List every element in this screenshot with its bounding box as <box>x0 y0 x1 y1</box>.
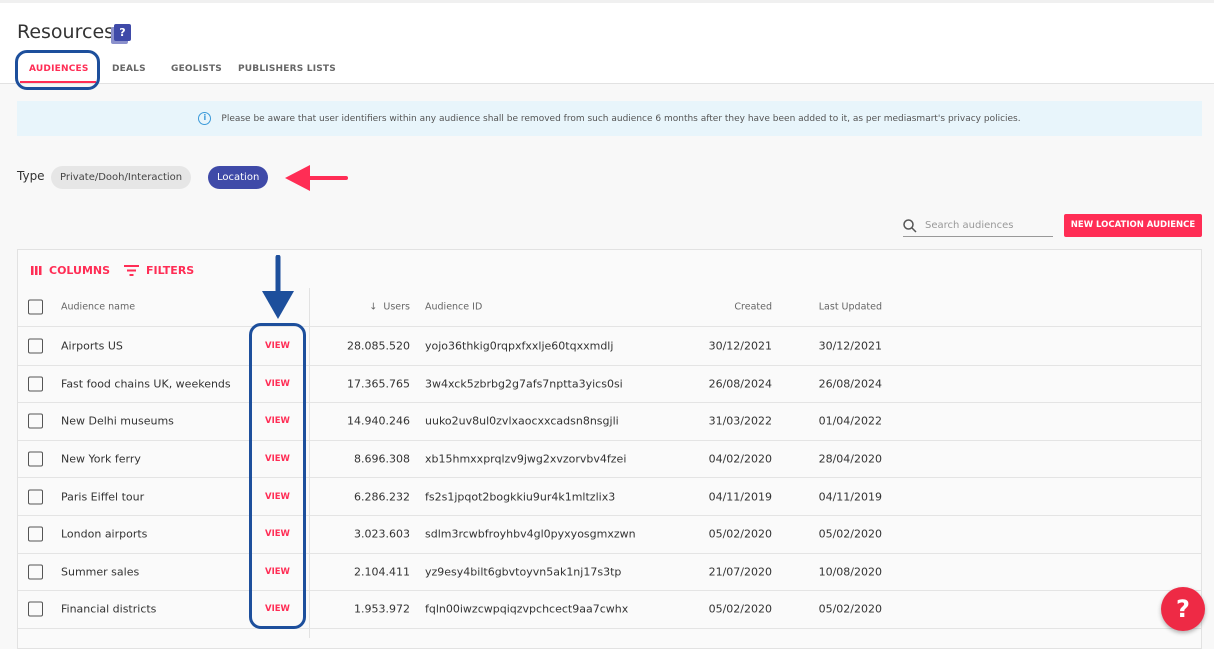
annotation-arrow-down-icon <box>262 255 294 319</box>
row-checkbox[interactable] <box>28 526 43 542</box>
info-icon: i <box>198 112 212 125</box>
tab-geolists[interactable]: GEOLISTS <box>171 64 222 74</box>
filters-label: FILTERS <box>146 264 195 277</box>
row-checkbox[interactable] <box>28 413 43 429</box>
audience-id: fs2s1jpqot2bogkkiu9ur4k1mltzlix3 <box>425 490 616 504</box>
created-date: 04/02/2020 <box>708 452 772 466</box>
row-checkbox[interactable] <box>28 489 43 505</box>
users-count: 6.286.232 <box>354 490 410 504</box>
search-icon <box>903 218 917 233</box>
users-count: 3.023.603 <box>354 527 410 541</box>
created-date: 05/02/2020 <box>708 602 772 616</box>
last-updated-date: 10/08/2020 <box>818 565 882 579</box>
last-updated-date: 01/04/2022 <box>818 414 882 428</box>
last-updated-date: 30/12/2021 <box>818 339 882 353</box>
header-users-label: Users <box>383 301 410 313</box>
users-count: 8.696.308 <box>354 452 410 466</box>
table-row[interactable]: Fast food chains UK, weekends VIEW 17.36… <box>18 366 1201 404</box>
table-row[interactable]: Financial districts VIEW 1.953.972 fqln0… <box>18 591 1201 629</box>
table-row[interactable]: Paris Eiffel tour VIEW 6.286.232 fs2s1jp… <box>18 478 1201 516</box>
help-icon[interactable]: ? <box>114 24 131 41</box>
select-all-checkbox[interactable] <box>28 299 43 315</box>
table-row[interactable]: New Delhi museums VIEW 14.940.246 uuko2u… <box>18 403 1201 441</box>
row-checkbox[interactable] <box>28 338 43 354</box>
help-button[interactable]: ? <box>1161 587 1205 631</box>
header-last-updated[interactable]: Last Updated <box>819 302 882 313</box>
audience-id: fqln00iwzcwpqiqzvpchcect9aa7cwhx <box>425 602 629 616</box>
row-checkbox[interactable] <box>28 451 43 467</box>
sort-arrow-icon: ↓ <box>369 301 378 313</box>
search-placeholder: Search audiences <box>925 220 1014 231</box>
audience-id: uuko2uv8ul0zvlxaocxxcadsn8nsgjli <box>425 414 619 428</box>
row-checkbox[interactable] <box>28 564 43 580</box>
columns-button[interactable]: COLUMNS <box>31 264 110 277</box>
table-row[interactable]: Summer sales VIEW 2.104.411 yz9esy4bilt6… <box>18 554 1201 592</box>
header-created[interactable]: Created <box>734 302 772 313</box>
header-audience-name[interactable]: Audience name <box>61 302 135 313</box>
audience-name: Summer sales <box>61 565 140 579</box>
filter-icon <box>124 265 139 276</box>
table-header: Audience name ↓ Users Audience ID Create… <box>18 289 1201 327</box>
table-row[interactable]: Airports US VIEW 28.085.520 yojo36thkig0… <box>18 328 1201 366</box>
audience-name: Airports US <box>61 339 123 353</box>
created-date: 31/03/2022 <box>708 414 772 428</box>
audience-name: London airports <box>61 527 148 541</box>
audience-name: Paris Eiffel tour <box>61 490 145 504</box>
new-location-audience-button[interactable]: NEW LOCATION AUDIENCE <box>1064 214 1202 237</box>
notice-text: Please be aware that user identifiers wi… <box>221 113 1021 124</box>
columns-label: COLUMNS <box>49 264 111 277</box>
last-updated-date: 04/11/2019 <box>818 490 882 504</box>
audience-name: Fast food chains UK, weekends <box>61 377 231 391</box>
users-count: 28.085.520 <box>347 339 410 353</box>
columns-icon <box>31 266 42 275</box>
audience-name: New Delhi museums <box>61 414 174 428</box>
header-audience-id[interactable]: Audience ID <box>425 302 482 313</box>
audience-id: xb15hmxxprqlzv9jwg2xvzorvbv4fzei <box>425 452 627 466</box>
annotation-highlight-tab <box>15 50 100 90</box>
type-label: Type <box>17 169 45 183</box>
audience-id: 3w4xck5zbrbg2g7afs7nptta3yics0si <box>425 377 623 391</box>
header-users[interactable]: ↓ Users <box>369 302 410 313</box>
privacy-notice: i Please be aware that user identifiers … <box>17 101 1202 136</box>
audience-id: yojo36thkig0rqpxfxxlje60tqxxmdlj <box>425 339 614 353</box>
row-checkbox[interactable] <box>28 601 43 617</box>
type-chip-private[interactable]: Private/Dooh/Interaction <box>51 166 192 189</box>
tab-deals[interactable]: DEALS <box>112 64 146 74</box>
created-date: 26/08/2024 <box>708 377 772 391</box>
filters-button[interactable]: FILTERS <box>124 264 194 277</box>
row-checkbox[interactable] <box>28 376 43 392</box>
annotation-highlight-view-column <box>249 323 306 629</box>
last-updated-date: 05/02/2020 <box>818 602 882 616</box>
top-bar: Resources ? AUDIENCES DEALS GEOLISTS PUB… <box>0 0 1214 84</box>
audience-name: Financial districts <box>61 602 157 616</box>
users-count: 1.953.972 <box>354 602 410 616</box>
tab-publishers-lists[interactable]: PUBLISHERS LISTS <box>238 64 336 74</box>
search-input[interactable]: Search audiences <box>903 215 1053 237</box>
users-count: 17.365.765 <box>347 377 410 391</box>
created-date: 30/12/2021 <box>708 339 772 353</box>
type-chip-location[interactable]: Location <box>208 166 269 189</box>
annotation-arrow-left-icon <box>285 165 348 191</box>
table-row[interactable]: New York ferry VIEW 8.696.308 xb15hmxxpr… <box>18 441 1201 479</box>
audience-id: yz9esy4bilt6gbvtoyvn5ak1nj17s3tp <box>425 565 622 579</box>
users-count: 2.104.411 <box>354 565 410 579</box>
users-count: 14.940.246 <box>347 414 410 428</box>
page-title: Resources <box>17 21 115 43</box>
audience-id: sdlm3rcwbfroyhbv4gl0pyxyosgmxzwn <box>425 527 636 541</box>
last-updated-date: 26/08/2024 <box>818 377 882 391</box>
last-updated-date: 05/02/2020 <box>818 527 882 541</box>
created-date: 21/07/2020 <box>708 565 772 579</box>
table-row[interactable]: London airports VIEW 3.023.603 sdlm3rcwb… <box>18 516 1201 554</box>
created-date: 05/02/2020 <box>708 527 772 541</box>
created-date: 04/11/2019 <box>708 490 772 504</box>
last-updated-date: 28/04/2020 <box>818 452 882 466</box>
audience-name: New York ferry <box>61 452 141 466</box>
